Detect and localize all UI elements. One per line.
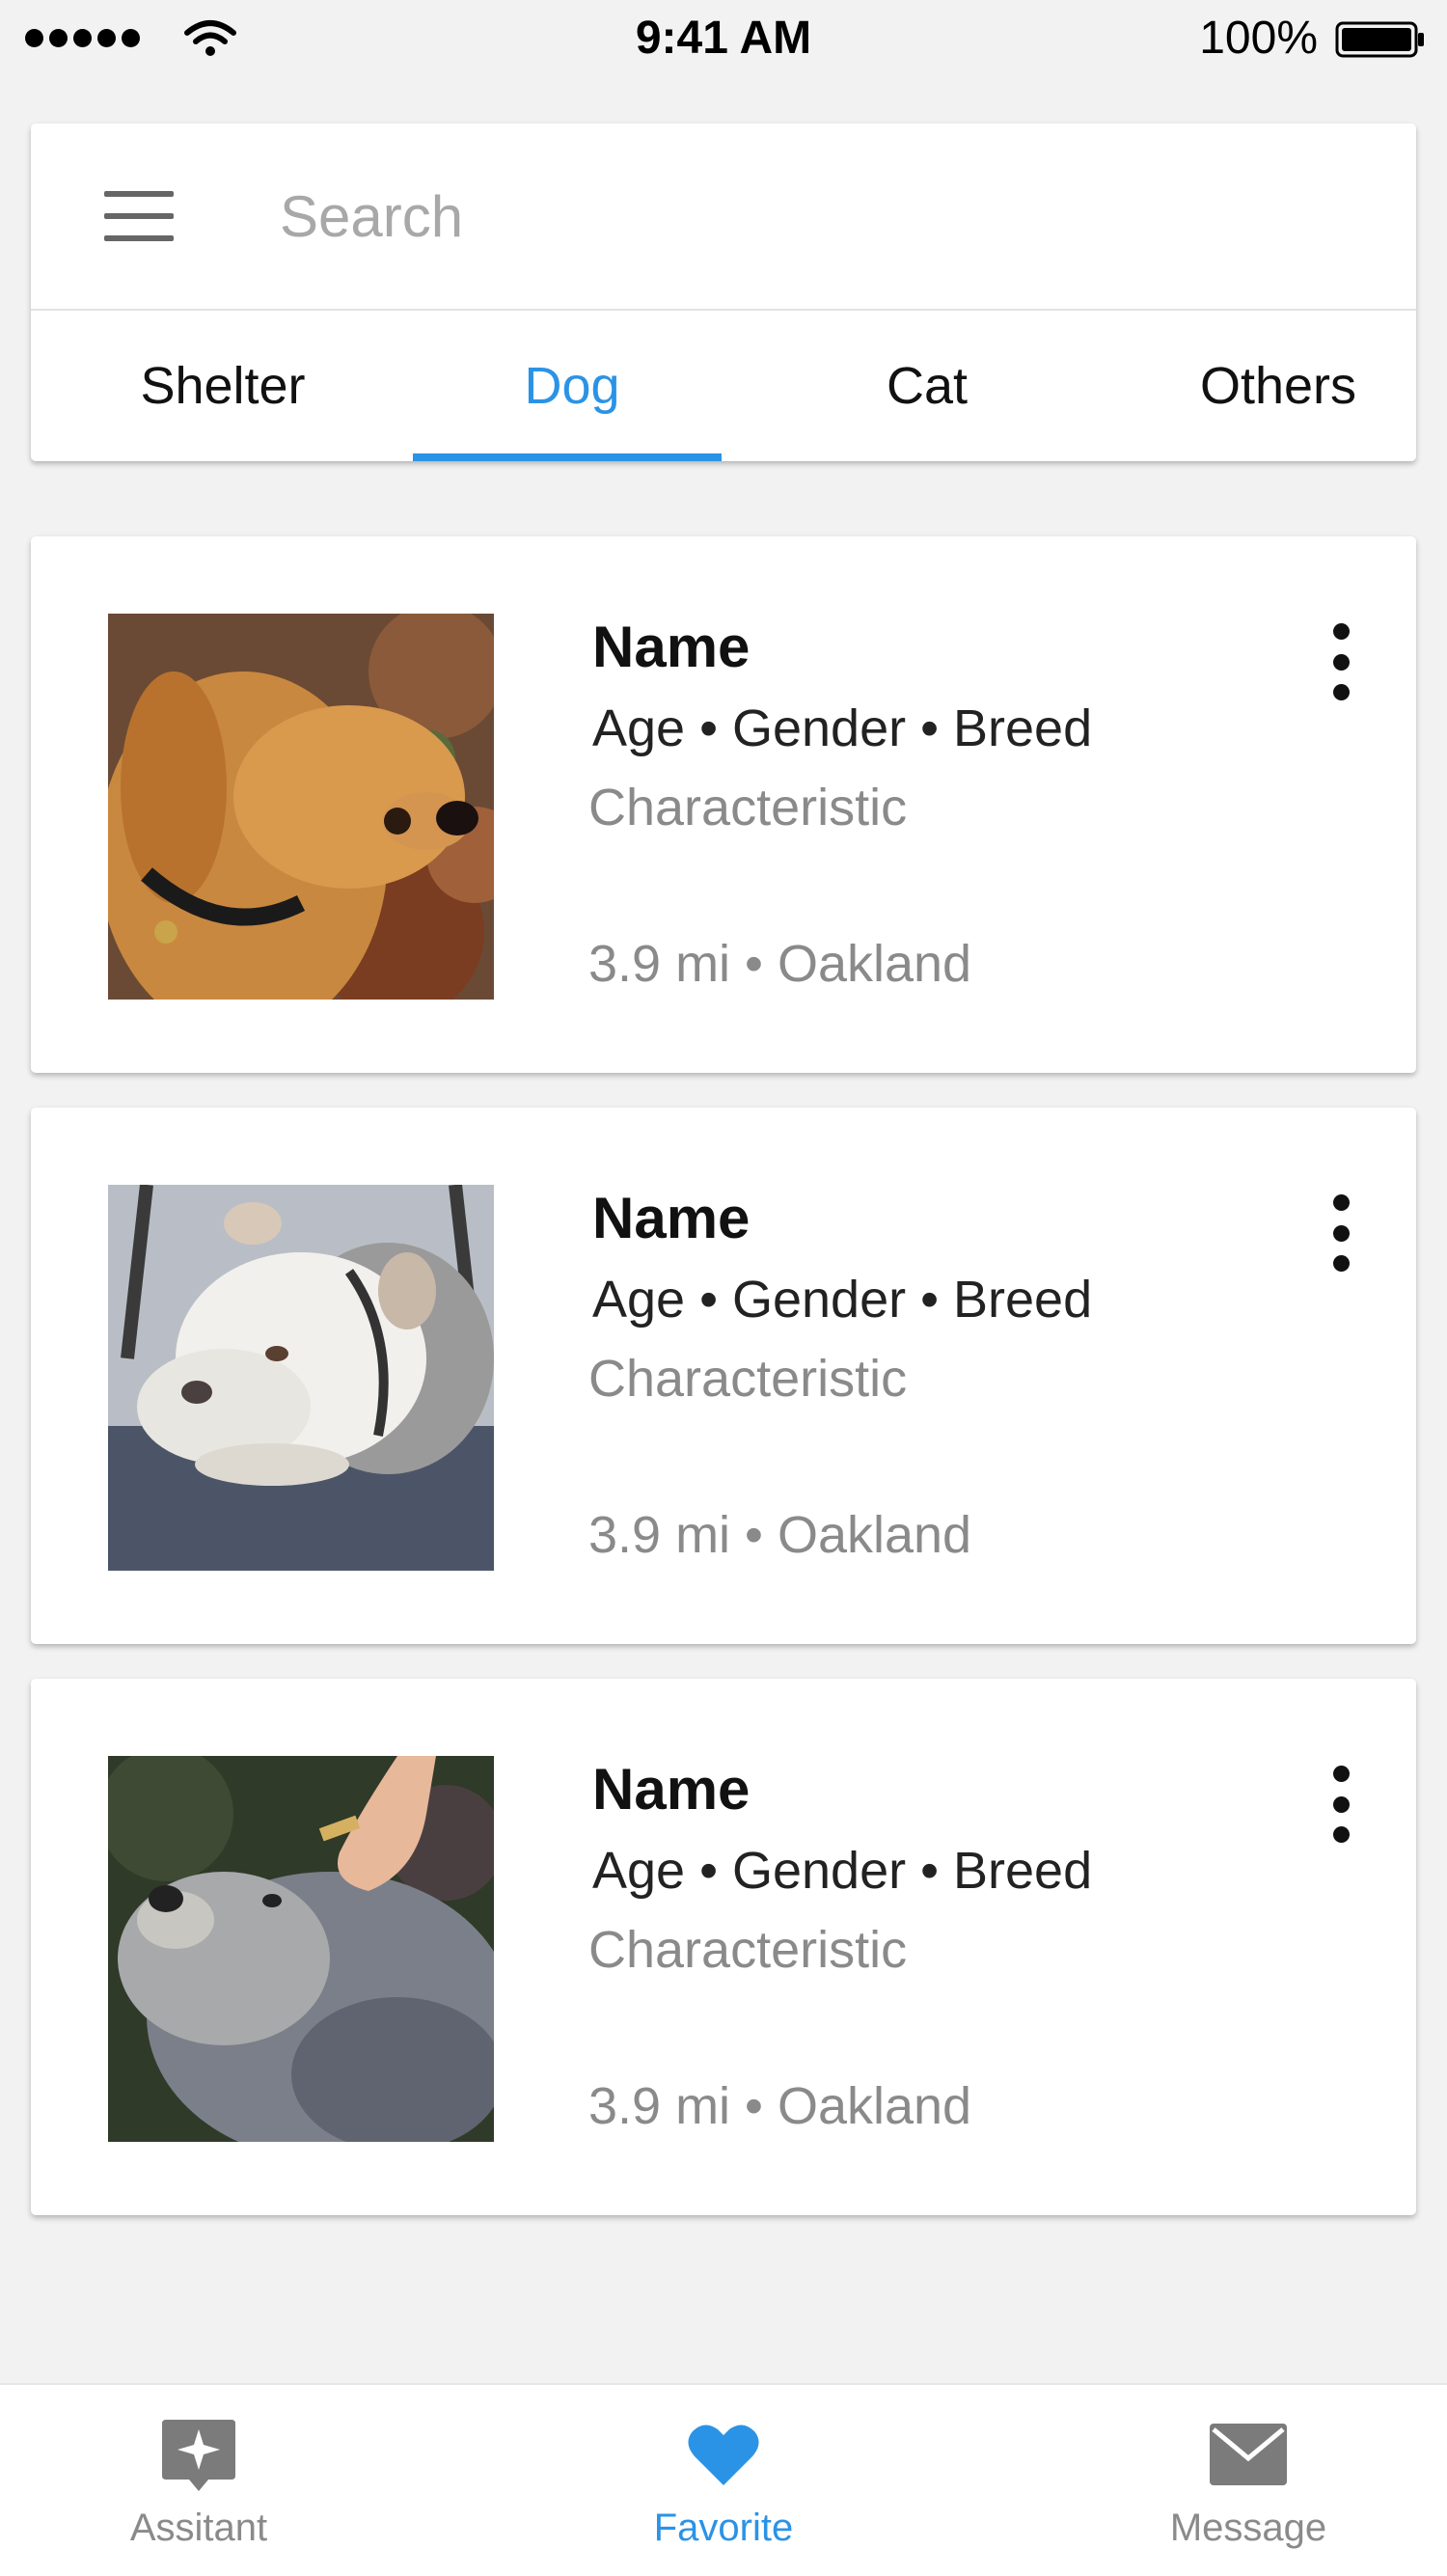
white-bulldog-photo: [108, 1185, 494, 1571]
nav-item-message[interactable]: Message: [1104, 2385, 1393, 2576]
battery-icon: [1335, 21, 1424, 58]
pet-name: Name: [592, 1186, 751, 1250]
more-options-icon[interactable]: [1322, 623, 1360, 700]
tab-cat[interactable]: Cat: [768, 311, 1086, 461]
bottom-navigation: Assitant Favorite Message: [0, 2383, 1447, 2576]
pet-info: Age • Gender • Breed: [592, 1842, 1093, 1900]
pet-name: Name: [592, 1757, 751, 1822]
nav-item-favorite[interactable]: Favorite: [579, 2385, 868, 2576]
battery-percentage: 100%: [1199, 13, 1318, 64]
pet-location: 3.9 mi • Oakland: [588, 935, 972, 993]
tab-dog[interactable]: Dog: [413, 311, 731, 461]
tab-others[interactable]: Others: [1119, 311, 1437, 461]
search-card: Shelter Dog Cat Others: [31, 123, 1416, 461]
hamburger-menu-icon[interactable]: [104, 191, 174, 241]
pet-info: Age • Gender • Breed: [592, 699, 1093, 757]
nav-label-assistant: Assitant: [129, 2507, 268, 2549]
nav-label-favorite: Favorite: [653, 2507, 794, 2549]
pet-name: Name: [592, 615, 751, 679]
more-options-icon[interactable]: [1322, 1194, 1360, 1272]
category-tabs: Shelter Dog Cat Others: [31, 311, 1416, 461]
search-bar: [31, 123, 1416, 311]
pet-card[interactable]: Name Age • Gender • Breed Characteristic…: [31, 1679, 1416, 2215]
pet-characteristic: Characteristic: [588, 1350, 908, 1408]
pet-characteristic: Characteristic: [588, 1921, 908, 1979]
assistant-icon: [162, 2420, 235, 2491]
golden-retriever-photo: [108, 614, 494, 1000]
heart-icon: [688, 2425, 759, 2485]
mail-icon: [1210, 2424, 1287, 2485]
pet-characteristic: Characteristic: [588, 779, 908, 836]
pet-card[interactable]: Name Age • Gender • Breed Characteristic…: [31, 1108, 1416, 1644]
search-input[interactable]: [278, 162, 1343, 270]
pet-location: 3.9 mi • Oakland: [588, 1506, 972, 1564]
active-tab-indicator: [413, 453, 722, 461]
more-options-icon[interactable]: [1322, 1766, 1360, 1843]
pet-location: 3.9 mi • Oakland: [588, 2077, 972, 2135]
nav-label-message: Message: [1169, 2507, 1327, 2549]
pet-card[interactable]: Name Age • Gender • Breed Characteristic…: [31, 536, 1416, 1073]
nav-item-assistant[interactable]: Assitant: [54, 2385, 343, 2576]
grey-terrier-photo: [108, 1756, 494, 2142]
status-bar: 9:41 AM 100%: [0, 0, 1447, 79]
pet-info: Age • Gender • Breed: [592, 1271, 1093, 1329]
tab-shelter[interactable]: Shelter: [64, 311, 382, 461]
